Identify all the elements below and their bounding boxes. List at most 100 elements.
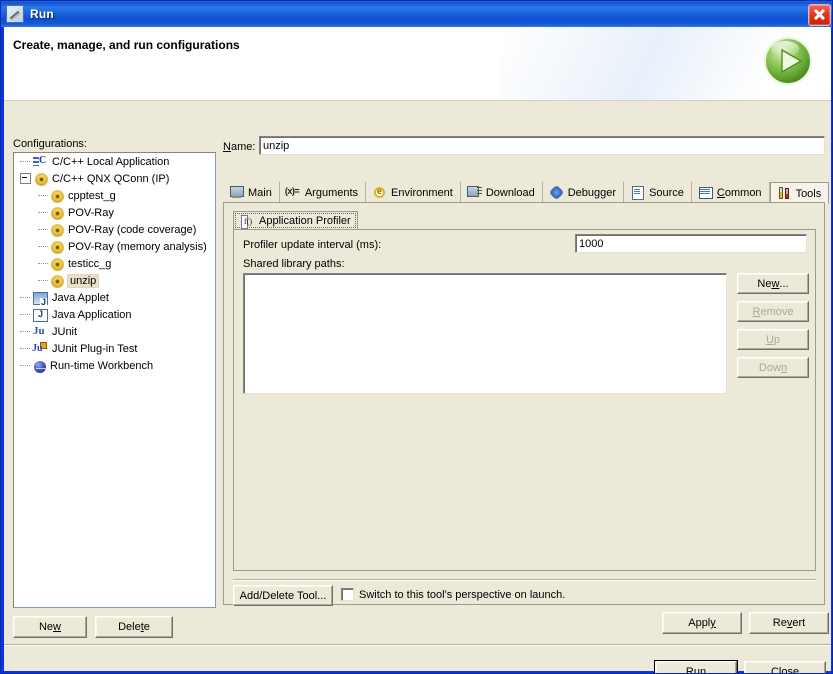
variable-arguments-icon	[286, 185, 301, 200]
tree-item[interactable]: testicc_g	[14, 255, 215, 272]
dialog-client-area: Create, manage, and run configurations	[4, 27, 831, 671]
shared-library-paths-label: Shared library paths:	[243, 258, 345, 270]
tree-connector	[20, 161, 30, 163]
tree-connector	[38, 229, 48, 231]
computer-main-icon	[229, 185, 244, 200]
junit-icon	[32, 324, 48, 340]
launch-config-tabfolder: Main Arguments Environment Download Debugger…	[223, 181, 825, 605]
profiler-interval-input[interactable]	[575, 234, 807, 253]
tree-item[interactable]: Run-time Workbench	[14, 357, 215, 374]
shared-library-path-buttons: New... Remove Up Down	[737, 273, 809, 378]
tree-connector	[38, 263, 48, 265]
window-titlebar: Run	[1, 1, 833, 27]
tab-label: Environment	[391, 187, 453, 199]
close-button[interactable]: Close	[744, 661, 826, 674]
tree-item-label: Java Application	[52, 309, 132, 321]
tab-label: Main	[248, 187, 272, 199]
configurations-label: Configurations:	[13, 138, 87, 150]
revert-button[interactable]: Revert	[749, 612, 829, 634]
tree-connector	[20, 348, 30, 350]
configurations-tree[interactable]: C/C++ Local Application C/C++ QNX QConn (…	[13, 152, 216, 608]
tab-label: Source	[649, 187, 684, 199]
junit-plugin-test-icon	[32, 341, 48, 357]
tree-item[interactable]: unzip	[14, 272, 215, 289]
tab-label: Debugger	[568, 187, 616, 199]
remove-path-button: Remove	[737, 301, 809, 322]
tree-item[interactable]: JUnit Plug-in Test	[14, 340, 215, 357]
down-path-button: Down	[737, 357, 809, 378]
collapse-toggle-icon[interactable]	[20, 173, 31, 184]
cpp-local-application-icon	[32, 154, 48, 170]
tree-connector	[38, 212, 48, 214]
delete-configuration-button[interactable]: Delete	[95, 616, 173, 638]
close-icon[interactable]	[808, 4, 831, 26]
tab-main[interactable]: Main	[223, 182, 280, 203]
dialog-footer-divider	[4, 644, 831, 646]
run-configurations-dialog: Run Create, manage, and run configuratio…	[0, 0, 833, 674]
tab-download[interactable]: Download	[461, 182, 543, 203]
shared-library-paths-list[interactable]	[243, 273, 727, 394]
debugger-bug-icon	[549, 185, 564, 200]
tab-label: Tools	[796, 188, 822, 200]
tree-connector	[20, 365, 30, 367]
profiler-interval-label: Profiler update interval (ms):	[243, 239, 381, 251]
subtab-application-profiler[interactable]: Application Profiler	[233, 211, 358, 230]
green-run-play-icon	[761, 34, 815, 88]
tree-item[interactable]: POV-Ray (memory analysis)	[14, 238, 215, 255]
environment-icon	[372, 185, 387, 200]
qnx-gear-icon	[51, 207, 64, 220]
tab-source[interactable]: Source	[624, 182, 692, 203]
tree-item[interactable]: Java Applet	[14, 289, 215, 306]
tab-label: Common	[717, 187, 762, 199]
tree-item[interactable]: C/C++ QNX QConn (IP)	[14, 170, 215, 187]
tab-environment[interactable]: Environment	[366, 182, 461, 203]
tree-item[interactable]: cpptest_g	[14, 187, 215, 204]
tree-item-label: JUnit Plug-in Test	[52, 343, 137, 355]
java-applet-icon	[33, 292, 48, 305]
configuration-name-input[interactable]	[259, 136, 825, 155]
tree-item[interactable]: JUnit	[14, 323, 215, 340]
qnx-gear-icon	[51, 190, 64, 203]
tree-item-label: testicc_g	[68, 258, 111, 270]
tree-item[interactable]: Java Application	[14, 306, 215, 323]
qnx-gear-icon	[35, 173, 48, 186]
application-profiler-panel: Profiler update interval (ms): Shared li…	[233, 229, 816, 571]
java-application-icon	[33, 309, 48, 322]
switch-perspective-row: Switch to this tool's perspective on lau…	[341, 588, 565, 601]
tree-item-label: C/C++ QNX QConn (IP)	[52, 173, 169, 185]
tree-connector	[38, 246, 48, 248]
tree-item[interactable]: POV-Ray (code coverage)	[14, 221, 215, 238]
tree-item-label: POV-Ray (memory analysis)	[68, 241, 207, 253]
tools-icon	[777, 186, 792, 201]
common-list-icon	[698, 185, 713, 200]
tree-item[interactable]: C/C++ Local Application	[14, 153, 215, 170]
new-configuration-button[interactable]: New	[13, 616, 87, 638]
new-path-button[interactable]: New...	[737, 273, 809, 294]
apply-button[interactable]: Apply	[662, 612, 742, 634]
qnx-gear-icon	[51, 224, 64, 237]
dialog-banner: Create, manage, and run configurations	[4, 27, 831, 100]
add-delete-tool-button[interactable]: Add/Delete Tool...	[233, 585, 333, 606]
run-button[interactable]: Run	[655, 661, 737, 674]
switch-perspective-label: Switch to this tool's perspective on lau…	[359, 589, 565, 601]
tree-item-label: Run-time Workbench	[50, 360, 153, 372]
switch-perspective-checkbox[interactable]	[341, 588, 354, 601]
tab-label: Download	[486, 187, 535, 199]
tab-arguments[interactable]: Arguments	[280, 182, 366, 203]
name-label: Name:	[223, 141, 255, 153]
tools-footer-divider	[233, 579, 816, 581]
tree-connector	[38, 280, 48, 282]
window-title: Run	[30, 7, 54, 21]
tab-common[interactable]: Common	[692, 182, 770, 203]
tab-debugger[interactable]: Debugger	[543, 182, 624, 203]
tree-item-label: C/C++ Local Application	[52, 156, 169, 168]
tab-tools[interactable]: Tools	[770, 182, 830, 204]
dialog-action-buttons: Run Close	[655, 661, 826, 674]
tools-tab-panel: Application Profiler Profiler update int…	[223, 202, 825, 605]
tree-item-label: Java Applet	[52, 292, 109, 304]
source-document-icon	[630, 185, 645, 200]
tree-item[interactable]: POV-Ray	[14, 204, 215, 221]
tree-connector	[38, 195, 48, 197]
up-path-button: Up	[737, 329, 809, 350]
tools-subtabstrip: Application Profiler	[233, 210, 358, 230]
